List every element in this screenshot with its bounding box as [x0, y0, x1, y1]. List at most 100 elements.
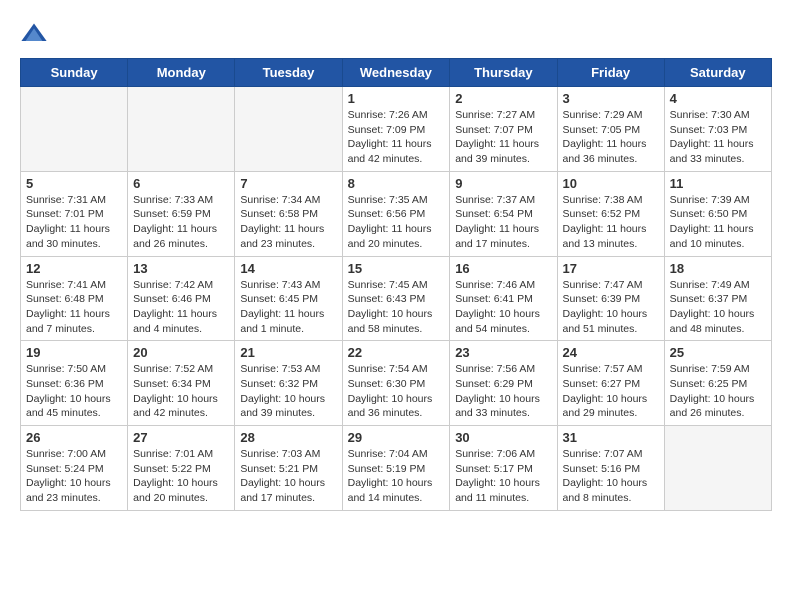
- calendar-header-row: SundayMondayTuesdayWednesdayThursdayFrid…: [21, 59, 772, 87]
- calendar-cell: 5 Sunrise: 7:31 AM Sunset: 7:01 PM Daylig…: [21, 171, 128, 256]
- calendar-cell: 10 Sunrise: 7:38 AM Sunset: 6:52 PM Dayli…: [557, 171, 664, 256]
- calendar-cell: 28 Sunrise: 7:03 AM Sunset: 5:21 PM Dayli…: [235, 426, 342, 511]
- calendar-cell: 7Sunrise: 7:34 AM Sunset: 6:58 PM Daylig…: [235, 171, 342, 256]
- calendar-cell: 21 Sunrise: 7:53 AM Sunset: 6:32 PM Dayli…: [235, 341, 342, 426]
- day-number: 28: [240, 430, 336, 445]
- day-header-tuesday: Tuesday: [235, 59, 342, 87]
- day-number: 11: [670, 176, 766, 191]
- day-number: 12: [26, 261, 122, 276]
- calendar-cell: 29 Sunrise: 7:04 AM Sunset: 5:19 PM Dayli…: [342, 426, 450, 511]
- calendar-cell: 30Sunrise: 7:06 AM Sunset: 5:17 PM Dayli…: [450, 426, 557, 511]
- day-number: 25: [670, 345, 766, 360]
- day-info: Sunrise: 7:03 AM Sunset: 5:21 PM Dayligh…: [240, 447, 336, 506]
- day-number: 1: [348, 91, 445, 106]
- day-info: Sunrise: 7:54 AM Sunset: 6:30 PM Dayligh…: [348, 362, 445, 421]
- day-info: Sunrise: 7:50 AM Sunset: 6:36 PM Dayligh…: [26, 362, 122, 421]
- day-info: Sunrise: 7:56 AM Sunset: 6:29 PM Dayligh…: [455, 362, 551, 421]
- day-number: 16: [455, 261, 551, 276]
- day-header-wednesday: Wednesday: [342, 59, 450, 87]
- logo-icon: [20, 20, 48, 48]
- day-number: 23: [455, 345, 551, 360]
- day-number: 30: [455, 430, 551, 445]
- calendar-cell: 17 Sunrise: 7:47 AM Sunset: 6:39 PM Dayli…: [557, 256, 664, 341]
- day-number: 31: [563, 430, 659, 445]
- page-header: [20, 20, 772, 48]
- day-header-sunday: Sunday: [21, 59, 128, 87]
- calendar-cell: 22 Sunrise: 7:54 AM Sunset: 6:30 PM Dayli…: [342, 341, 450, 426]
- day-info: Sunrise: 7:31 AM Sunset: 7:01 PM Dayligh…: [26, 193, 122, 252]
- day-number: 18: [670, 261, 766, 276]
- calendar-cell: 20Sunrise: 7:52 AM Sunset: 6:34 PM Dayli…: [128, 341, 235, 426]
- day-info: Sunrise: 7:46 AM Sunset: 6:41 PM Dayligh…: [455, 278, 551, 337]
- day-number: 15: [348, 261, 445, 276]
- day-info: Sunrise: 7:59 AM Sunset: 6:25 PM Dayligh…: [670, 362, 766, 421]
- calendar-cell: [235, 87, 342, 172]
- day-number: 3: [563, 91, 659, 106]
- calendar-cell: 12 Sunrise: 7:41 AM Sunset: 6:48 PM Dayli…: [21, 256, 128, 341]
- calendar-cell: 8 Sunrise: 7:35 AM Sunset: 6:56 PM Daylig…: [342, 171, 450, 256]
- calendar-cell: 14 Sunrise: 7:43 AM Sunset: 6:45 PM Dayli…: [235, 256, 342, 341]
- calendar-cell: 9 Sunrise: 7:37 AM Sunset: 6:54 PM Daylig…: [450, 171, 557, 256]
- day-header-saturday: Saturday: [664, 59, 771, 87]
- day-number: 2: [455, 91, 551, 106]
- day-number: 24: [563, 345, 659, 360]
- calendar-cell: 23 Sunrise: 7:56 AM Sunset: 6:29 PM Dayli…: [450, 341, 557, 426]
- day-info: Sunrise: 7:01 AM Sunset: 5:22 PM Dayligh…: [133, 447, 229, 506]
- day-info: Sunrise: 7:47 AM Sunset: 6:39 PM Dayligh…: [563, 278, 659, 337]
- day-number: 29: [348, 430, 445, 445]
- day-info: Sunrise: 7:00 AM Sunset: 5:24 PM Dayligh…: [26, 447, 122, 506]
- day-number: 27: [133, 430, 229, 445]
- day-info: Sunrise: 7:45 AM Sunset: 6:43 PM Dayligh…: [348, 278, 445, 337]
- day-number: 21: [240, 345, 336, 360]
- calendar-week-5: 26 Sunrise: 7:00 AM Sunset: 5:24 PM Dayli…: [21, 426, 772, 511]
- day-info: Sunrise: 7:30 AM Sunset: 7:03 PM Dayligh…: [670, 108, 766, 167]
- calendar-week-3: 12 Sunrise: 7:41 AM Sunset: 6:48 PM Dayli…: [21, 256, 772, 341]
- day-number: 19: [26, 345, 122, 360]
- calendar-cell: 25 Sunrise: 7:59 AM Sunset: 6:25 PM Dayli…: [664, 341, 771, 426]
- day-info: Sunrise: 7:26 AM Sunset: 7:09 PM Dayligh…: [348, 108, 445, 167]
- calendar-cell: 24Sunrise: 7:57 AM Sunset: 6:27 PM Dayli…: [557, 341, 664, 426]
- day-number: 14: [240, 261, 336, 276]
- day-number: 17: [563, 261, 659, 276]
- calendar-cell: 3 Sunrise: 7:29 AM Sunset: 7:05 PM Daylig…: [557, 87, 664, 172]
- calendar-week-1: 1 Sunrise: 7:26 AM Sunset: 7:09 PM Daylig…: [21, 87, 772, 172]
- calendar-week-2: 5 Sunrise: 7:31 AM Sunset: 7:01 PM Daylig…: [21, 171, 772, 256]
- day-number: 9: [455, 176, 551, 191]
- day-info: Sunrise: 7:39 AM Sunset: 6:50 PM Dayligh…: [670, 193, 766, 252]
- day-number: 26: [26, 430, 122, 445]
- day-info: Sunrise: 7:37 AM Sunset: 6:54 PM Dayligh…: [455, 193, 551, 252]
- day-info: Sunrise: 7:38 AM Sunset: 6:52 PM Dayligh…: [563, 193, 659, 252]
- day-info: Sunrise: 7:41 AM Sunset: 6:48 PM Dayligh…: [26, 278, 122, 337]
- day-info: Sunrise: 7:27 AM Sunset: 7:07 PM Dayligh…: [455, 108, 551, 167]
- day-info: Sunrise: 7:04 AM Sunset: 5:19 PM Dayligh…: [348, 447, 445, 506]
- calendar-cell: 2 Sunrise: 7:27 AM Sunset: 7:07 PM Daylig…: [450, 87, 557, 172]
- day-number: 13: [133, 261, 229, 276]
- calendar-cell: 26 Sunrise: 7:00 AM Sunset: 5:24 PM Dayli…: [21, 426, 128, 511]
- day-number: 6: [133, 176, 229, 191]
- day-info: Sunrise: 7:07 AM Sunset: 5:16 PM Dayligh…: [563, 447, 659, 506]
- day-header-thursday: Thursday: [450, 59, 557, 87]
- day-number: 5: [26, 176, 122, 191]
- day-number: 8: [348, 176, 445, 191]
- day-info: Sunrise: 7:33 AM Sunset: 6:59 PM Dayligh…: [133, 193, 229, 252]
- calendar-cell: 16 Sunrise: 7:46 AM Sunset: 6:41 PM Dayli…: [450, 256, 557, 341]
- calendar-cell: 18 Sunrise: 7:49 AM Sunset: 6:37 PM Dayli…: [664, 256, 771, 341]
- day-info: Sunrise: 7:42 AM Sunset: 6:46 PM Dayligh…: [133, 278, 229, 337]
- calendar-cell: 6 Sunrise: 7:33 AM Sunset: 6:59 PM Daylig…: [128, 171, 235, 256]
- calendar-cell: 11 Sunrise: 7:39 AM Sunset: 6:50 PM Dayli…: [664, 171, 771, 256]
- calendar-cell: 27 Sunrise: 7:01 AM Sunset: 5:22 PM Dayli…: [128, 426, 235, 511]
- day-number: 22: [348, 345, 445, 360]
- day-number: 4: [670, 91, 766, 106]
- logo: [20, 20, 52, 48]
- day-info: Sunrise: 7:53 AM Sunset: 6:32 PM Dayligh…: [240, 362, 336, 421]
- day-info: Sunrise: 7:49 AM Sunset: 6:37 PM Dayligh…: [670, 278, 766, 337]
- calendar-cell: 13 Sunrise: 7:42 AM Sunset: 6:46 PM Dayli…: [128, 256, 235, 341]
- day-info: Sunrise: 7:52 AM Sunset: 6:34 PM Dayligh…: [133, 362, 229, 421]
- day-number: 10: [563, 176, 659, 191]
- calendar-cell: 19 Sunrise: 7:50 AM Sunset: 6:36 PM Dayli…: [21, 341, 128, 426]
- calendar-cell: [128, 87, 235, 172]
- day-info: Sunrise: 7:29 AM Sunset: 7:05 PM Dayligh…: [563, 108, 659, 167]
- day-header-friday: Friday: [557, 59, 664, 87]
- day-info: Sunrise: 7:35 AM Sunset: 6:56 PM Dayligh…: [348, 193, 445, 252]
- day-info: Sunrise: 7:43 AM Sunset: 6:45 PM Dayligh…: [240, 278, 336, 337]
